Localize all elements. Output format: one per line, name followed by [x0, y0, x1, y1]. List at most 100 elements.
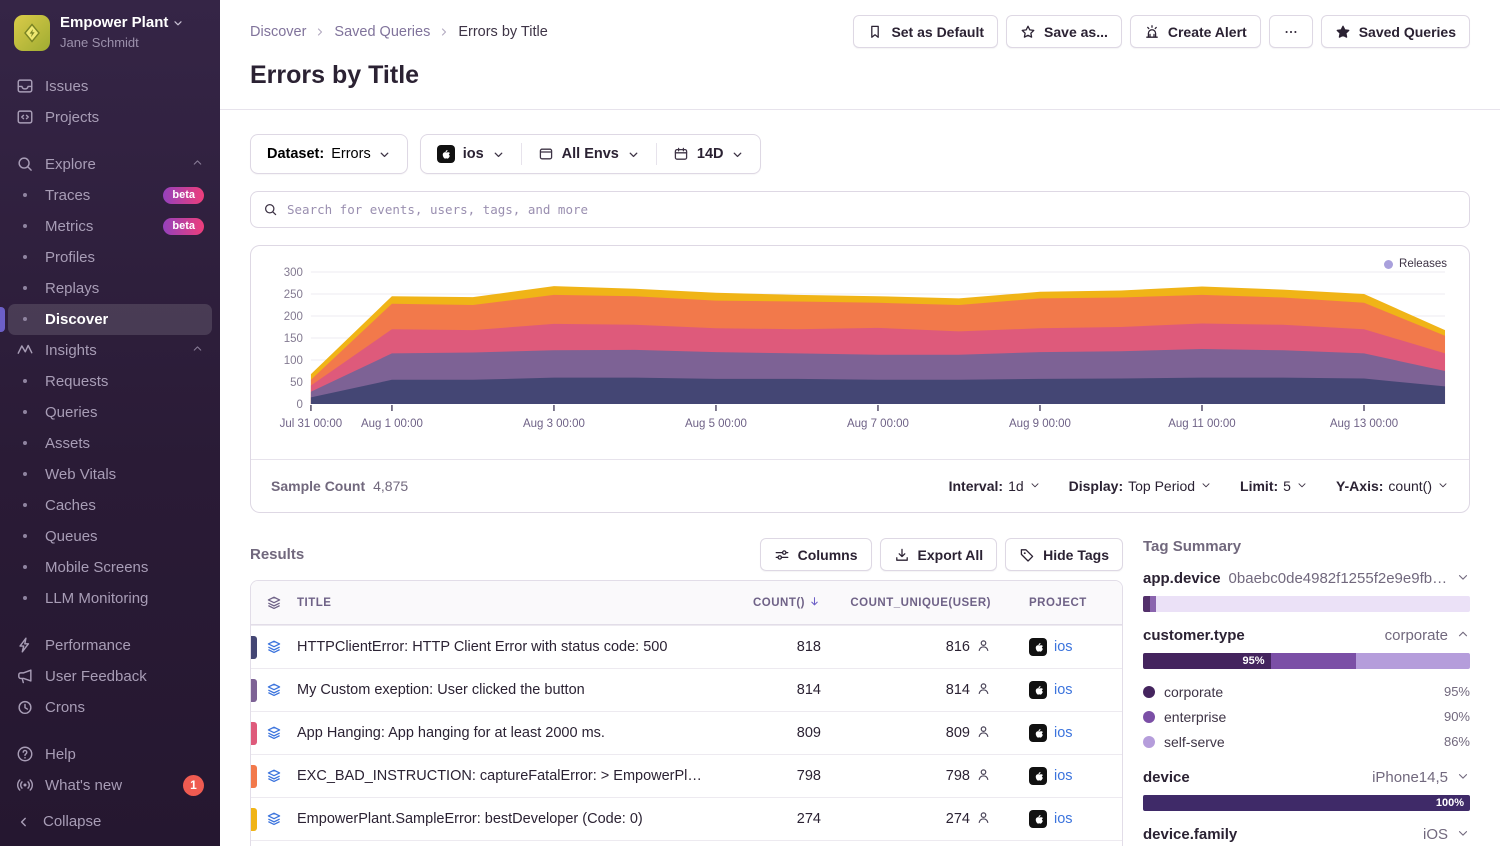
sidebar-item-projects[interactable]: Projects	[0, 102, 220, 133]
create-alert-button[interactable]: Create Alert	[1130, 15, 1261, 48]
project-filter-value: ios	[463, 146, 484, 162]
error-title[interactable]: App Hanging: App hanging for at least 20…	[297, 725, 715, 741]
project-link[interactable]: ios	[1054, 768, 1073, 784]
sidebar-item-mobile-screens[interactable]: Mobile Screens	[0, 552, 220, 583]
project-link[interactable]: ios	[1054, 639, 1073, 655]
whats-new-icon	[16, 776, 34, 794]
apple-icon	[1029, 638, 1047, 656]
error-title[interactable]: EmpowerPlant.SampleError: bestDeveloper …	[297, 811, 715, 827]
chart-controls: Interval:1d Display:Top Period Limit:5 Y-Ax…	[949, 478, 1449, 494]
display-dropdown[interactable]: Display:Top Period	[1069, 478, 1212, 494]
dataset-filter[interactable]: Dataset: Errors	[250, 134, 408, 174]
sidebar-item-assets[interactable]: Assets	[0, 428, 220, 459]
y-axis-dropdown[interactable]: Y-Axis:count()	[1336, 478, 1449, 494]
sidebar-item-help[interactable]: Help	[0, 739, 220, 770]
sidebar-item-llm-monitoring[interactable]: LLM Monitoring	[0, 583, 220, 614]
sidebar-item-issues[interactable]: Issues	[0, 71, 220, 102]
sample-count-label: Sample Count	[271, 478, 365, 494]
project-link[interactable]: ios	[1054, 811, 1073, 827]
chevron-up-icon	[1456, 627, 1470, 641]
column-header-count[interactable]: COUNT()	[715, 595, 835, 611]
error-title[interactable]: My Custom exeption: User clicked the but…	[297, 682, 715, 698]
svg-text:Aug 5 00:00: Aug 5 00:00	[685, 418, 747, 430]
column-header-title[interactable]: TITLE	[297, 597, 715, 609]
releases-legend-dot	[1384, 260, 1393, 269]
sidebar-item-queries[interactable]: Queries	[0, 397, 220, 428]
layers-icon	[266, 595, 282, 611]
apple-icon	[1029, 724, 1047, 742]
count-value: 818	[715, 639, 835, 655]
save-as-button[interactable]: Save as...	[1006, 15, 1122, 48]
project-link[interactable]: ios	[1054, 682, 1073, 698]
chevron-right-icon	[314, 26, 326, 38]
tag-value-dot	[1143, 686, 1155, 698]
sidebar-item-queues[interactable]: Queues	[0, 521, 220, 552]
search-input[interactable]	[287, 202, 1457, 217]
chart-legend[interactable]: Releases	[1384, 258, 1447, 270]
tag-section-device-family: device.family iOS 100%	[1143, 826, 1470, 846]
sidebar-item-web-vitals[interactable]: Web Vitals	[0, 459, 220, 490]
tag-header[interactable]: app.device 0baebc0de4982f1255f2e9e9fb7…	[1143, 570, 1470, 589]
collapse-label: Collapse	[43, 813, 101, 830]
count-unique-value: 814	[946, 682, 970, 698]
error-title[interactable]: HTTPClientError: HTTP Client Error with …	[297, 639, 715, 655]
project-link[interactable]: ios	[1054, 725, 1073, 741]
main-area: DiscoverSaved QueriesErrors by Title Set…	[220, 0, 1500, 846]
environment-filter[interactable]: All Envs	[522, 135, 656, 173]
layers-icon	[266, 768, 282, 784]
sidebar-item-user-feedback[interactable]: User Feedback	[0, 661, 220, 692]
sidebar-item-traces[interactable]: Tracesbeta	[0, 180, 220, 211]
tag-header[interactable]: customer.type corporate	[1143, 627, 1470, 646]
sidebar-item-replays[interactable]: Replays	[0, 273, 220, 304]
sidebar-item-performance[interactable]: Performance	[0, 630, 220, 661]
project-filter[interactable]: ios	[421, 135, 521, 173]
sidebar-item-what-s-new[interactable]: What's new1	[0, 770, 220, 801]
tag-header[interactable]: device.family iOS	[1143, 826, 1470, 845]
org-switcher[interactable]: Empower Plant Jane Schmidt	[0, 0, 220, 65]
org-logo	[14, 15, 50, 51]
svg-text:Aug 13 00:00: Aug 13 00:00	[1330, 418, 1398, 430]
interval-dropdown[interactable]: Interval:1d	[949, 478, 1041, 494]
sidebar-section: PerformanceUser FeedbackCrons	[0, 630, 220, 723]
sidebar-item-discover[interactable]: Discover	[8, 304, 212, 335]
column-header-count-unique-user[interactable]: COUNT_UNIQUE(USER)	[835, 597, 1005, 609]
set-as-default-button[interactable]: Set as Default	[853, 15, 998, 48]
error-title[interactable]: EXC_BAD_INSTRUCTION: captureFatalError: …	[297, 768, 715, 784]
limit-dropdown[interactable]: Limit:5	[1240, 478, 1308, 494]
column-header-project[interactable]: PROJECT	[1005, 597, 1122, 609]
tag-icon	[1019, 547, 1035, 563]
more-button[interactable]	[1269, 15, 1313, 48]
breadcrumb-discover[interactable]: Discover	[250, 24, 306, 40]
apple-icon	[1029, 681, 1047, 699]
saved-queries-button[interactable]: Saved Queries	[1321, 15, 1470, 48]
sidebar-item-caches[interactable]: Caches	[0, 490, 220, 521]
projects-icon	[16, 108, 34, 126]
count-unique-value: 798	[946, 768, 970, 784]
export-all-button[interactable]: Export All	[880, 538, 998, 571]
sidebar-item-crons[interactable]: Crons	[0, 692, 220, 723]
sidebar-item-metrics[interactable]: Metricsbeta	[0, 211, 220, 242]
hide-tags-button[interactable]: Hide Tags	[1005, 538, 1123, 571]
date-range-filter[interactable]: 14D	[657, 135, 761, 173]
tag-value-row[interactable]: enterprise 90%	[1143, 704, 1470, 729]
collapse-button[interactable]: Collapse	[0, 803, 220, 846]
sidebar-item-explore[interactable]: Explore	[0, 149, 220, 180]
sidebar-item-requests[interactable]: Requests	[0, 366, 220, 397]
tag-summary-title: Tag Summary	[1143, 538, 1470, 555]
tag-value-row[interactable]: corporate 95%	[1143, 679, 1470, 704]
sidebar-item-profiles[interactable]: Profiles	[0, 242, 220, 273]
chevron-down-icon	[1456, 769, 1470, 783]
columns-button[interactable]: Columns	[760, 538, 872, 571]
breadcrumb: DiscoverSaved QueriesErrors by Title	[250, 24, 548, 40]
tag-value-row[interactable]: self-serve 86%	[1143, 729, 1470, 754]
layers-icon	[266, 639, 282, 655]
chevron-down-icon	[492, 148, 505, 161]
calendar-icon	[673, 146, 689, 162]
svg-text:0: 0	[297, 399, 303, 411]
feedback-icon	[16, 667, 34, 685]
series-color-bar	[251, 679, 257, 702]
tag-header[interactable]: device iPhone14,5	[1143, 769, 1470, 788]
sidebar-item-insights[interactable]: Insights	[0, 335, 220, 366]
breadcrumb-saved-queries[interactable]: Saved Queries	[334, 24, 430, 40]
table-row: EXC_BAD_INSTRUCTION: captureFatalError: …	[251, 754, 1122, 797]
